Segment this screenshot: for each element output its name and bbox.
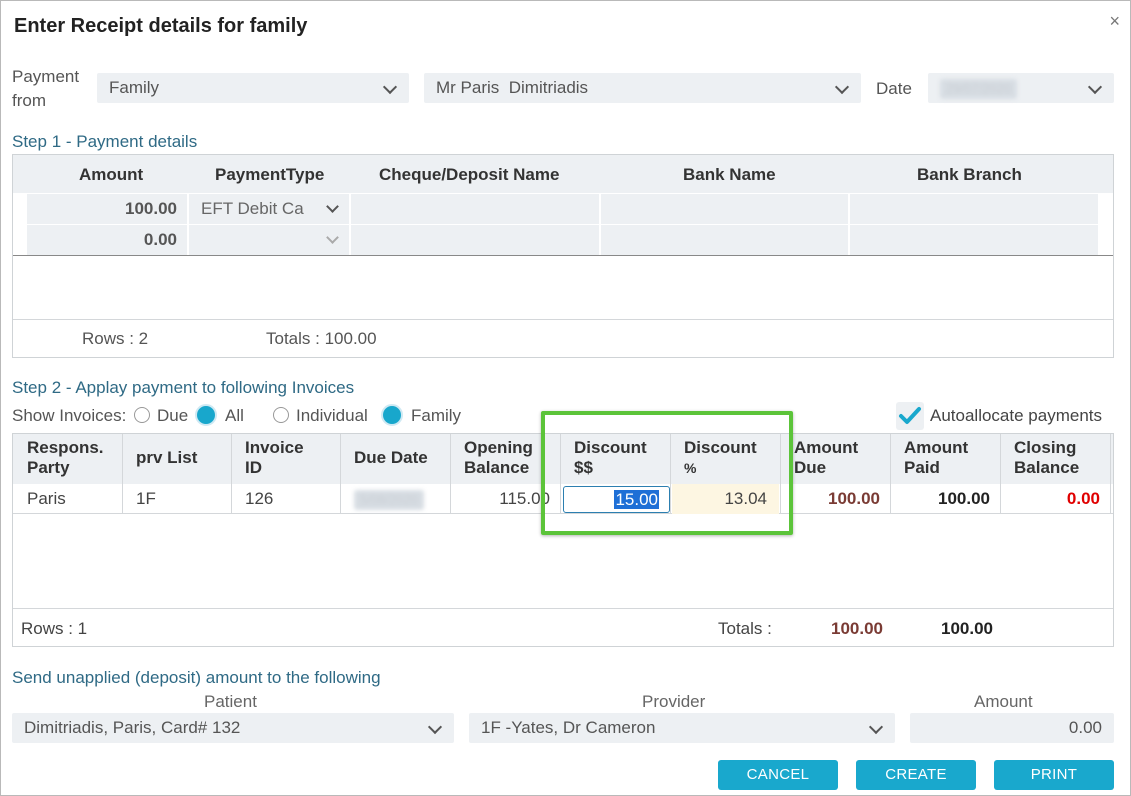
provider-label: Provider bbox=[642, 692, 706, 711]
bank-name-cell[interactable] bbox=[601, 225, 848, 255]
due-date-cell: 5/08/2020 bbox=[354, 484, 424, 514]
provider-select[interactable]: 1F -Yates, Dr Cameron bbox=[469, 713, 895, 743]
col-prv-list: prv List bbox=[136, 448, 198, 467]
cheque-name-cell[interactable] bbox=[351, 194, 599, 224]
payment-type-select[interactable]: EFT Debit Ca bbox=[189, 194, 349, 224]
col-amount-paid: Amount Paid bbox=[904, 438, 969, 477]
payment-type-select[interactable] bbox=[189, 225, 349, 255]
bank-name-cell[interactable] bbox=[601, 194, 848, 224]
radio-all[interactable] bbox=[195, 404, 217, 426]
step2-title: Step 2 - Applay payment to following Inv… bbox=[12, 378, 355, 397]
due-date-value: 5/08/2020 bbox=[354, 490, 424, 510]
col-party: Respons. Party bbox=[27, 438, 104, 477]
payment-amount-cell[interactable]: 100.00 bbox=[27, 194, 187, 224]
radio-due-label: Due bbox=[157, 406, 189, 425]
payment-from-label-1: Payment bbox=[12, 67, 80, 86]
patient-label: Patient bbox=[204, 692, 257, 711]
payment-details-grid: Amount PaymentType Cheque/Deposit Name B… bbox=[12, 154, 1114, 358]
col-cheque-name: Cheque/Deposit Name bbox=[379, 165, 560, 184]
print-button[interactable]: PRINT bbox=[994, 760, 1114, 790]
col-payment-type: PaymentType bbox=[215, 165, 325, 184]
step2-rows-count: Rows : 1 bbox=[21, 619, 88, 638]
payment-from-type-select[interactable]: Family bbox=[97, 73, 409, 103]
date-label: Date bbox=[876, 79, 912, 98]
col-opening-balance: Opening Balance bbox=[464, 438, 533, 477]
step1-title: Step 1 - Payment details bbox=[12, 132, 198, 151]
col-amount: Amount bbox=[79, 165, 144, 184]
payment-from-label-2: from bbox=[12, 91, 46, 110]
date-value: 29/07/2020 bbox=[940, 79, 1018, 99]
bank-branch-cell[interactable] bbox=[850, 194, 1098, 224]
radio-individual[interactable] bbox=[273, 407, 289, 423]
col-due-date: Due Date bbox=[354, 448, 428, 467]
create-button[interactable]: CREATE bbox=[856, 760, 976, 790]
payment-amount-cell[interactable]: 0.00 bbox=[27, 225, 187, 255]
cheque-name-cell[interactable] bbox=[351, 225, 599, 255]
radio-due[interactable] bbox=[134, 407, 150, 423]
checkmark-icon bbox=[899, 407, 921, 424]
chevron-down-icon bbox=[834, 79, 850, 95]
amount-due-cell: 100.00 bbox=[828, 489, 880, 508]
opening-balance-cell: 115.00 bbox=[499, 489, 550, 508]
provider-value: 1F -Yates, Dr Cameron bbox=[481, 718, 656, 737]
step1-rows-count: Rows : 2 bbox=[82, 329, 149, 348]
amount-label: Amount bbox=[974, 692, 1033, 711]
amount-field[interactable]: 0.00 bbox=[910, 713, 1114, 743]
col-invoice-id: Invoice ID bbox=[245, 438, 304, 477]
radio-family[interactable] bbox=[381, 404, 403, 426]
patient-value: Dimitriadis, Paris, Card# 132 bbox=[24, 718, 241, 737]
radio-family-label: Family bbox=[411, 406, 462, 425]
col-bank-name: Bank Name bbox=[683, 165, 776, 184]
grid-footer-divider bbox=[13, 608, 1113, 609]
patient-select[interactable]: Dimitriadis, Paris, Card# 132 bbox=[12, 713, 454, 743]
payer-value: Mr Paris Dimitriadis bbox=[436, 78, 589, 97]
amount-paid-cell[interactable]: 100.00 bbox=[890, 484, 990, 514]
chevron-down-icon bbox=[326, 231, 339, 244]
col-bank-branch: Bank Branch bbox=[917, 165, 1022, 184]
grid-divider bbox=[13, 255, 1113, 256]
step2-totals-paid: 100.00 bbox=[941, 619, 993, 638]
payer-select[interactable]: Mr Paris Dimitriadis bbox=[424, 73, 861, 103]
step1-totals: Totals : 100.00 bbox=[266, 329, 377, 348]
unapplied-title: Send unapplied (deposit) amount to the f… bbox=[12, 668, 381, 687]
party-cell: Paris bbox=[27, 489, 66, 508]
show-invoices-label: Show Invoices: bbox=[12, 406, 127, 425]
payment-type-value: EFT Debit Ca bbox=[201, 199, 304, 218]
radio-individual-label: Individual bbox=[296, 406, 368, 425]
invoice-cell: 126 bbox=[245, 489, 274, 508]
chevron-down-icon bbox=[868, 719, 884, 735]
chevron-down-icon bbox=[326, 200, 339, 213]
close-icon[interactable]: × bbox=[1109, 11, 1120, 32]
chevron-down-icon bbox=[1087, 79, 1103, 95]
col-amount-due: Amount Due bbox=[794, 438, 859, 477]
radio-all-label: All bbox=[225, 406, 244, 425]
highlight-box bbox=[541, 411, 793, 535]
grid-footer-divider bbox=[13, 319, 1113, 320]
prv-cell: 1F bbox=[136, 489, 156, 508]
chevron-down-icon bbox=[382, 79, 398, 95]
col-closing-balance: Closing Balance bbox=[1014, 438, 1080, 477]
date-select[interactable]: 29/07/2020 bbox=[928, 73, 1114, 103]
cancel-button[interactable]: CANCEL bbox=[718, 760, 838, 790]
amount-value: 0.00 bbox=[1068, 718, 1102, 737]
autoallocate-checkbox[interactable] bbox=[896, 402, 924, 430]
step2-totals-label: Totals : bbox=[718, 619, 772, 638]
autoallocate-label: Autoallocate payments bbox=[930, 406, 1102, 425]
step2-totals-due: 100.00 bbox=[831, 619, 883, 638]
bank-branch-cell[interactable] bbox=[850, 225, 1098, 255]
payment-from-type-value: Family bbox=[109, 78, 160, 97]
receipt-dialog: Enter Receipt details for family × Payme… bbox=[0, 0, 1131, 796]
chevron-down-icon bbox=[427, 719, 443, 735]
closing-balance-cell: 0.00 bbox=[1066, 489, 1100, 508]
dialog-title: Enter Receipt details for family bbox=[14, 15, 308, 37]
